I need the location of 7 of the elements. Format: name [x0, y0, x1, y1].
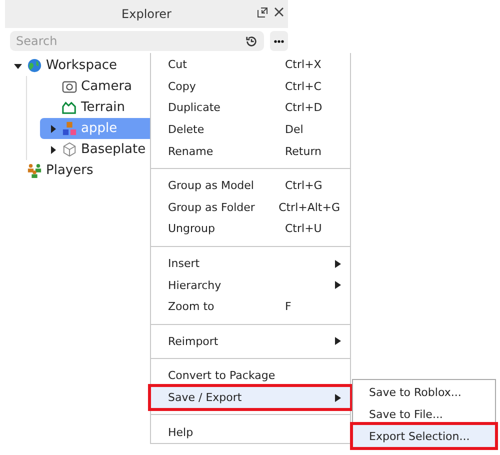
tree-item-label: Baseplate	[81, 142, 146, 157]
tree-item-label: Camera	[81, 79, 132, 94]
tree-item-label: Terrain	[81, 100, 126, 115]
panel-title: Explorer	[122, 7, 172, 21]
tree-item-label: Workspace	[46, 58, 118, 73]
tree-item-label: apple	[81, 121, 118, 136]
tree-item-label: Players	[46, 163, 94, 178]
